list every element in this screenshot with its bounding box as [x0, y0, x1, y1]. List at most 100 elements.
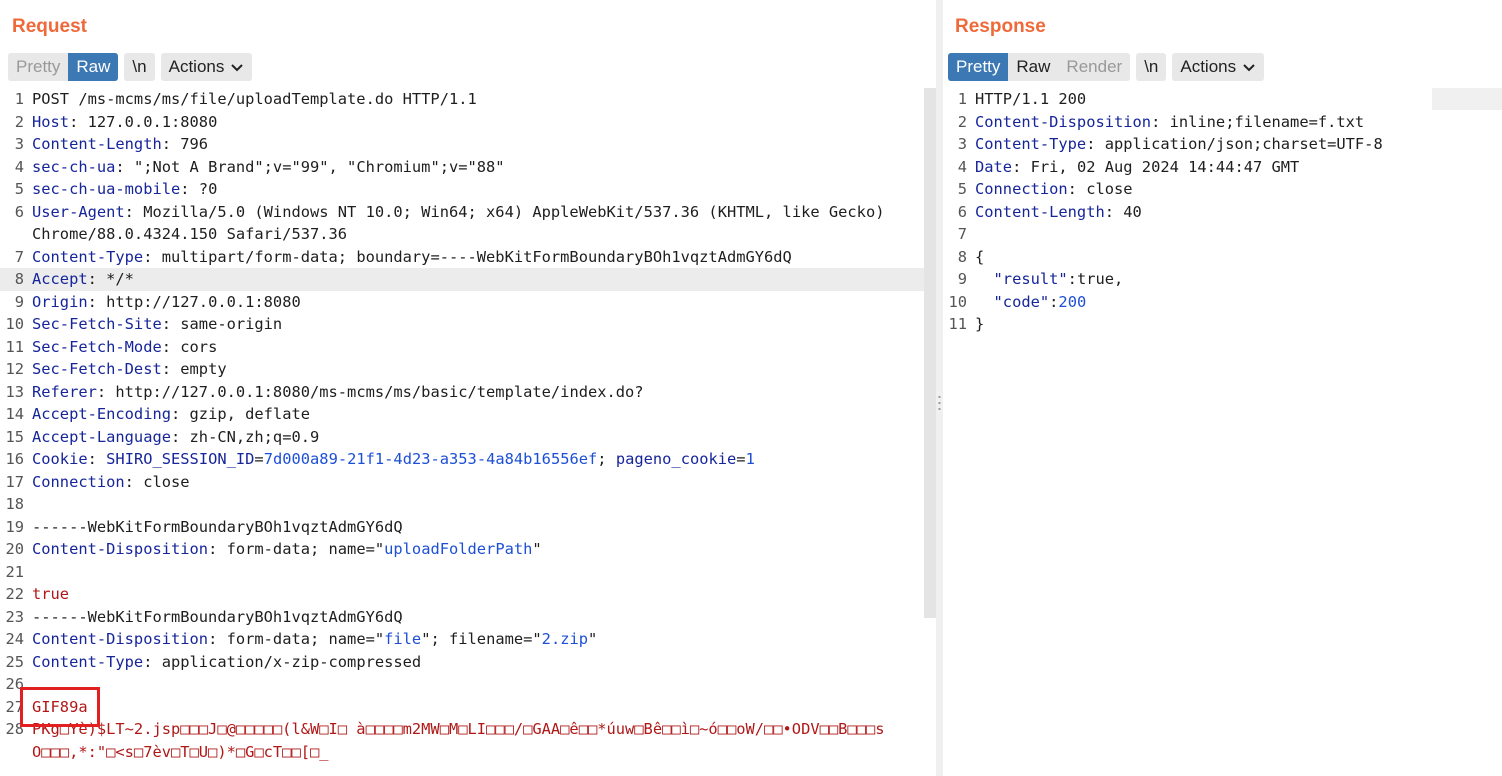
request-line[interactable]: 9 Origin: http://127.0.0.1:8080	[0, 291, 936, 314]
drag-handle-icon[interactable]	[938, 394, 941, 412]
request-line[interactable]: 15 Accept-Language: zh-CN,zh;q=0.9	[0, 426, 936, 449]
response-line[interactable]: 9 "result":true,	[943, 268, 1502, 291]
line-number: 6	[14, 202, 24, 221]
code-token: Sec-Fetch-Dest	[32, 360, 162, 378]
request-actions-label: Actions	[168, 57, 225, 76]
line-number: 2	[14, 112, 24, 131]
code-token: : 40	[1104, 202, 1142, 221]
request-line[interactable]: 18	[0, 493, 936, 516]
line-number: 6	[957, 202, 967, 221]
response-line[interactable]: 2 Content-Disposition: inline;filename=f.…	[943, 111, 1502, 134]
request-line[interactable]: 7 Content-Type: multipart/form-data; boun…	[0, 246, 936, 269]
response-line[interactable]: 11}	[943, 313, 1502, 336]
line-number: 2	[957, 112, 967, 131]
line-content: "result":true,	[975, 268, 1124, 291]
code-token: Connection	[975, 180, 1068, 198]
request-line[interactable]: 11 Sec-Fetch-Mode: cors	[0, 336, 936, 359]
line-content: Content-Type: application/json;charset=U…	[975, 133, 1383, 156]
request-actions-button[interactable]: Actions	[160, 53, 253, 81]
code-token: Accept	[32, 270, 88, 288]
line-content: Content-Disposition: inline;filename=f.t…	[975, 111, 1364, 134]
line-number: 1	[14, 90, 24, 108]
request-line[interactable]: 2 Host: 127.0.0.1:8080	[0, 111, 936, 134]
response-tab-pretty[interactable]: Pretty	[948, 53, 1009, 81]
code-token: : inline;filename=f.txt	[1151, 112, 1365, 131]
request-line[interactable]: 5 sec-ch-ua-mobile: ?0	[0, 178, 936, 201]
request-line[interactable]: 14 Accept-Encoding: gzip, deflate	[0, 403, 936, 426]
response-newline-toggle[interactable]: \n	[1136, 53, 1167, 81]
line-number: 21	[5, 562, 24, 581]
request-line[interactable]: 4 sec-ch-ua: ";Not A Brand";v="99", "Chro…	[0, 156, 936, 179]
response-actions-button[interactable]: Actions	[1172, 53, 1265, 81]
response-line[interactable]: 6 Content-Length: 40	[943, 201, 1502, 224]
request-scrollbar[interactable]	[924, 88, 936, 618]
line-content: "code":200	[975, 291, 1087, 314]
line-number: 8	[957, 247, 967, 266]
request-line[interactable]: 10 Sec-Fetch-Site: same-origin	[0, 313, 936, 336]
request-line[interactable]: 13 Referer: http://127.0.0.1:8080/ms-mcms…	[0, 381, 936, 404]
line-number: 13	[5, 382, 24, 401]
response-line[interactable]: 4 Date: Fri, 02 Aug 2024 14:44:47 GMT	[943, 156, 1502, 179]
request-line[interactable]: 20 Content-Disposition: form-data; name="…	[0, 538, 936, 561]
request-line[interactable]: 16 Cookie: SHIRO_SESSION_ID=7d000a89-21f1…	[0, 448, 936, 471]
request-editor[interactable]: 1 POST /ms-mcms/ms/file/uploadTemplate.do…	[0, 88, 936, 776]
response-line[interactable]: 1 HTTP/1.1 200	[943, 88, 1502, 111]
response-line[interactable]: 5 Connection: close	[943, 178, 1502, 201]
request-line[interactable]: 28 PKg□Yè)$LT~2.jsp□□□J□@□□□□□(l&W□I□ à□□…	[0, 718, 936, 763]
line-content: Content-Length: 796	[32, 133, 208, 156]
request-line[interactable]: 23 ------WebKitFormBoundaryBOh1vqztAdmGY6…	[0, 606, 936, 629]
response-scroll-track[interactable]	[1432, 88, 1502, 110]
code-token: Content-Disposition	[975, 112, 1152, 131]
line-number: 17	[5, 472, 24, 491]
request-tab-raw[interactable]: Raw	[68, 53, 119, 81]
code-token: {	[975, 247, 985, 266]
code-token: : application/json;charset=UTF-8	[1086, 135, 1383, 153]
line-content: }	[975, 313, 984, 336]
line-content: Date: Fri, 02 Aug 2024 14:44:47 GMT	[975, 156, 1299, 179]
request-line[interactable]: 1 POST /ms-mcms/ms/file/uploadTemplate.do…	[0, 88, 936, 111]
request-line[interactable]: 21	[0, 561, 936, 584]
code-token: "; filename="	[421, 630, 542, 648]
line-number: 9	[14, 292, 24, 311]
request-line[interactable]: 6 User-Agent: Mozilla/5.0 (Windows NT 10.…	[0, 201, 936, 246]
code-token: Content-Type	[32, 247, 144, 266]
request-line[interactable]: 26	[0, 673, 936, 696]
request-line[interactable]: 27 GIF89a	[0, 696, 936, 719]
response-line[interactable]: 7	[943, 223, 1502, 246]
line-number: 9	[957, 270, 967, 288]
code-token: POST /ms-mcms/ms/file/uploadTemplate.do …	[32, 90, 477, 108]
request-line[interactable]: 17 Connection: close	[0, 471, 936, 494]
request-tab-pretty[interactable]: Pretty	[8, 53, 69, 81]
code-token: sec-ch-ua-mobile	[32, 180, 181, 198]
response-line[interactable]: 10 "code":200	[943, 291, 1502, 314]
request-line[interactable]: 12 Sec-Fetch-Dest: empty	[0, 358, 936, 381]
line-content: User-Agent: Mozilla/5.0 (Windows NT 10.0…	[32, 201, 892, 246]
code-token: : ";Not A Brand";v="99", "Chromium";v="8…	[115, 157, 505, 176]
response-tab-render[interactable]: Render	[1058, 53, 1131, 81]
line-number: 16	[5, 450, 24, 468]
request-line[interactable]: 24 Content-Disposition: form-data; name="…	[0, 628, 936, 651]
code-token: : close	[1067, 180, 1133, 198]
code-token: : gzip, deflate	[171, 405, 310, 423]
chevron-down-icon	[1243, 64, 1255, 72]
response-line[interactable]: 8{	[943, 246, 1502, 269]
line-number: 10	[948, 292, 967, 311]
response-editor[interactable]: 1 HTTP/1.1 200 2 Content-Disposition: inlin…	[943, 88, 1502, 776]
code-token: "	[532, 540, 542, 558]
request-line[interactable]: 22 true	[0, 583, 936, 606]
pane-divider[interactable]	[936, 0, 943, 776]
code-token: Accept-Encoding	[32, 405, 171, 423]
request-line[interactable]: 25 Content-Type: application/x-zip-compre…	[0, 651, 936, 674]
response-line[interactable]: 3 Content-Type: application/json;charset=…	[943, 133, 1502, 156]
line-content: true	[32, 583, 69, 606]
line-number: 14	[5, 405, 24, 423]
request-line[interactable]: 8 Accept: */*	[0, 268, 936, 291]
code-token: : application/x-zip-compressed	[143, 652, 422, 671]
request-line[interactable]: 3 Content-Length: 796	[0, 133, 936, 156]
code-token: : 127.0.0.1:8080	[69, 112, 218, 131]
code-token: : http://127.0.0.1:8080	[87, 292, 301, 311]
response-tab-raw[interactable]: Raw	[1008, 53, 1059, 81]
request-line[interactable]: 19 ------WebKitFormBoundaryBOh1vqztAdmGY6…	[0, 516, 936, 539]
request-newline-toggle[interactable]: \n	[124, 53, 155, 81]
code-token: : Mozilla/5.0 (Windows NT 10.0; Win64; x…	[32, 202, 885, 244]
